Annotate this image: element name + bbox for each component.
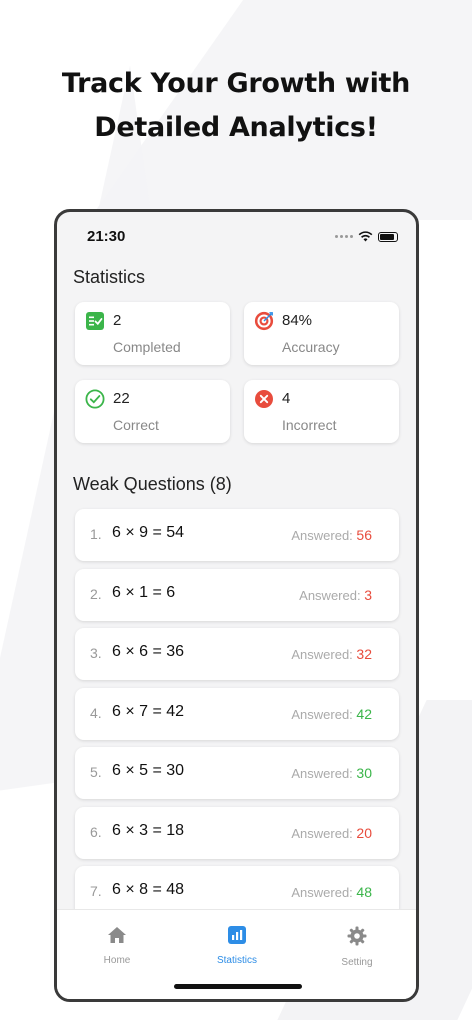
answered-value: 32 bbox=[356, 646, 372, 662]
answered-label: Answered: bbox=[291, 826, 353, 841]
answered-info: Answered: 42 bbox=[291, 706, 372, 722]
tab-label: Statistics bbox=[216, 955, 257, 966]
stat-label: Completed bbox=[113, 339, 181, 355]
stat-card-incorrect: 4 Incorrect bbox=[244, 380, 399, 443]
answered-label: Answered: bbox=[291, 766, 353, 781]
signal-icon bbox=[335, 235, 353, 238]
question-text: 6 × 1 = 6 bbox=[112, 584, 176, 601]
stat-card-accuracy: 84% Accuracy bbox=[244, 302, 399, 365]
answered-value: 56 bbox=[356, 527, 372, 543]
question-row[interactable]: 5. 6 × 5 = 30 Answered: 30 bbox=[75, 747, 399, 799]
question-number: 1. bbox=[90, 526, 102, 542]
tab-setting[interactable]: Setting bbox=[307, 926, 407, 968]
stat-value: 84% bbox=[282, 312, 313, 329]
question-number: 2. bbox=[90, 586, 102, 602]
answered-value: 3 bbox=[364, 587, 372, 603]
checklist-icon bbox=[86, 312, 104, 330]
answered-value: 48 bbox=[356, 884, 372, 900]
answered-label: Answered: bbox=[299, 588, 361, 603]
stat-value: 22 bbox=[113, 390, 130, 407]
question-text: 6 × 5 = 30 bbox=[112, 762, 185, 779]
gear-icon bbox=[347, 926, 367, 946]
home-icon bbox=[108, 927, 126, 943]
weak-questions-title: Weak Questions (8) bbox=[73, 474, 232, 494]
tab-statistics[interactable]: Statistics bbox=[187, 926, 287, 966]
question-number: 6. bbox=[90, 824, 102, 840]
question-row[interactable]: 6. 6 × 3 = 18 Answered: 20 bbox=[75, 807, 399, 859]
tab-home[interactable]: Home bbox=[67, 926, 167, 966]
tab-bar: Home Statistics Setting bbox=[57, 909, 416, 999]
question-row[interactable]: 1. 6 × 9 = 54 Answered: 56 bbox=[75, 509, 399, 561]
stat-card-completed: 2 Completed bbox=[75, 302, 230, 365]
wifi-icon bbox=[358, 231, 373, 242]
question-row[interactable]: 4. 6 × 7 = 42 Answered: 42 bbox=[75, 688, 399, 740]
question-number: 5. bbox=[90, 764, 102, 780]
status-time: 21:30 bbox=[87, 228, 126, 245]
question-row[interactable]: 2. 6 × 1 = 6 Answered: 3 bbox=[75, 569, 399, 621]
answered-label: Answered: bbox=[291, 528, 353, 543]
status-icons bbox=[335, 231, 398, 242]
answered-value: 20 bbox=[356, 825, 372, 841]
statistics-title: Statistics bbox=[73, 267, 146, 287]
answered-info: Answered: 56 bbox=[291, 527, 372, 543]
stat-label: Correct bbox=[113, 417, 159, 433]
stat-value: 2 bbox=[113, 312, 122, 329]
marketing-headline: Track Your Growth with Detailed Analytic… bbox=[0, 62, 472, 150]
question-text: 6 × 3 = 18 bbox=[112, 822, 185, 839]
tab-label: Home bbox=[103, 955, 131, 966]
answered-info: Answered: 30 bbox=[291, 765, 372, 781]
answered-value: 42 bbox=[356, 706, 372, 722]
headline-line-2: Detailed Analytics! bbox=[94, 112, 378, 143]
answered-value: 30 bbox=[356, 765, 372, 781]
check-circle-icon bbox=[85, 389, 105, 409]
stat-label: Accuracy bbox=[282, 339, 340, 355]
question-number: 7. bbox=[90, 883, 102, 899]
stat-label: Incorrect bbox=[282, 417, 337, 433]
question-text: 6 × 7 = 42 bbox=[112, 703, 185, 720]
question-text: 6 × 8 = 48 bbox=[112, 881, 185, 898]
answered-info: Answered: 20 bbox=[291, 825, 372, 841]
answered-info: Answered: 48 bbox=[291, 884, 372, 900]
chart-icon bbox=[228, 926, 246, 944]
home-indicator bbox=[174, 984, 302, 989]
tab-label: Setting bbox=[341, 957, 373, 968]
status-bar: 21:30 bbox=[57, 212, 416, 256]
stat-card-correct: 22 Correct bbox=[75, 380, 230, 443]
question-text: 6 × 9 = 54 bbox=[112, 524, 185, 541]
answered-label: Answered: bbox=[291, 707, 353, 722]
stat-value: 4 bbox=[282, 390, 291, 407]
question-text: 6 × 6 = 36 bbox=[112, 643, 185, 660]
question-number: 3. bbox=[90, 645, 102, 661]
answered-label: Answered: bbox=[291, 885, 353, 900]
answered-info: Answered: 32 bbox=[291, 646, 372, 662]
answered-label: Answered: bbox=[291, 647, 353, 662]
battery-icon bbox=[378, 231, 398, 242]
headline-line-1: Track Your Growth with bbox=[61, 68, 411, 99]
phone-frame: 21:30 Statistics 2 Completed 84% Accurac… bbox=[54, 209, 419, 1002]
x-circle-icon bbox=[255, 390, 273, 408]
question-row[interactable]: 3. 6 × 6 = 36 Answered: 32 bbox=[75, 628, 399, 680]
target-icon bbox=[254, 311, 274, 331]
question-number: 4. bbox=[90, 705, 102, 721]
answered-info: Answered: 3 bbox=[299, 587, 372, 603]
